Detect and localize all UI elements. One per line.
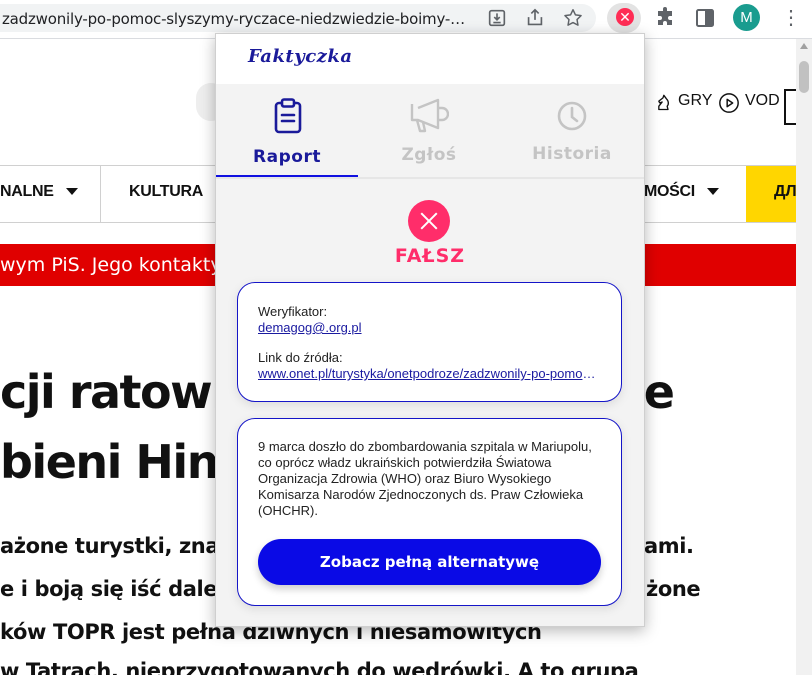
more-menu-icon[interactable]: ⋮: [781, 6, 801, 30]
article-lead-line4: w Tatrach, nieprzygotowanych do wędrówki…: [0, 659, 639, 675]
article-lead-right2: żone: [646, 577, 701, 601]
faktyczka-popup: Faktyczka Raport Zgłoś Historia FAŁSZ We…: [215, 33, 645, 627]
install-app-icon[interactable]: [486, 7, 508, 29]
article-headline-line1: cji ratown: [0, 365, 244, 419]
article-lead-line2: e i boją się iść dale: [0, 577, 218, 601]
tabs-separator: [216, 177, 644, 179]
nav-item-highlight[interactable]: ДЛ: [746, 166, 796, 222]
verifier-label: Weryfikator:: [258, 304, 328, 319]
side-panel-icon[interactable]: [693, 6, 717, 30]
scroll-up-arrow-icon[interactable]: [800, 43, 808, 49]
source-link[interactable]: www.onet.pl/turystyka/onetpodroze/zadzwo…: [258, 366, 598, 381]
article-lead-right1: ami.: [644, 534, 694, 558]
source-label: Link do źródła:: [258, 350, 343, 365]
play-circle-icon: [719, 93, 739, 113]
faktyczka-x-icon: ✕: [616, 8, 634, 26]
show-full-alternative-button[interactable]: Zobacz pełną alternatywę: [258, 539, 601, 585]
tab-historia-label: Historia: [532, 144, 612, 164]
article-headline-line2: bieni Hin: [0, 435, 219, 489]
verifier-link[interactable]: demagog@.org.pl: [258, 320, 598, 335]
tab-zglos[interactable]: Zgłoś: [358, 84, 500, 180]
false-verdict-x-icon: [408, 200, 450, 242]
nav-item-culture[interactable]: KULTURA: [129, 183, 203, 201]
faktyczka-extension-button[interactable]: ✕: [607, 3, 641, 33]
nav-item-highlight-label: ДЛ: [774, 183, 796, 200]
profile-avatar[interactable]: M: [733, 4, 760, 31]
bookmark-star-icon[interactable]: [562, 7, 584, 29]
nav-item-regional[interactable]: NALNE: [0, 183, 78, 201]
header-link-vod[interactable]: VOD: [745, 92, 780, 110]
tab-raport[interactable]: Raport: [216, 84, 358, 180]
nav-divider: [100, 166, 101, 222]
extensions-puzzle-icon[interactable]: [653, 6, 677, 30]
megaphone-icon: [410, 98, 449, 133]
tab-historia[interactable]: Historia: [500, 84, 644, 180]
share-icon[interactable]: [524, 7, 546, 29]
header-edge-element: [784, 89, 796, 125]
nav-item-news[interactable]: MOŚCI: [644, 183, 719, 201]
article-lead-line1: ażone turystki, znaj: [0, 534, 226, 558]
chevron-down-icon: [706, 188, 719, 196]
faktyczka-logo: Faktyczka: [248, 46, 353, 67]
url-text[interactable]: zadzwonily-po-pomoc-slyszymy-ryczace-nie…: [2, 10, 472, 28]
popup-header: Faktyczka: [216, 34, 644, 84]
alternative-text: 9 marca doszło do zbombardowania szpital…: [258, 439, 592, 518]
header-link-games[interactable]: GRY: [678, 92, 712, 110]
alternative-card: 9 marca doszło do zbombardowania szpital…: [237, 418, 622, 606]
tab-raport-label: Raport: [253, 147, 321, 167]
popup-tabs: Raport Zgłoś Historia: [216, 84, 644, 180]
scroll-thumb[interactable]: [799, 61, 809, 93]
page-scrollbar[interactable]: [796, 39, 812, 675]
verdict-label: FAŁSZ: [394, 245, 466, 267]
source-info-card: Weryfikator: demagog@.org.pl Link do źró…: [237, 282, 622, 402]
chess-knight-icon: [658, 94, 669, 111]
address-bar[interactable]: zadzwonily-po-pomoc-slyszymy-ryczace-nie…: [0, 4, 596, 32]
clock-icon: [557, 101, 587, 131]
ticker-text: wym PiS. Jego kontakty: [0, 254, 222, 276]
clipboard-icon: [274, 98, 302, 134]
tab-zglos-label: Zgłoś: [401, 145, 457, 165]
chevron-down-icon: [65, 188, 78, 196]
